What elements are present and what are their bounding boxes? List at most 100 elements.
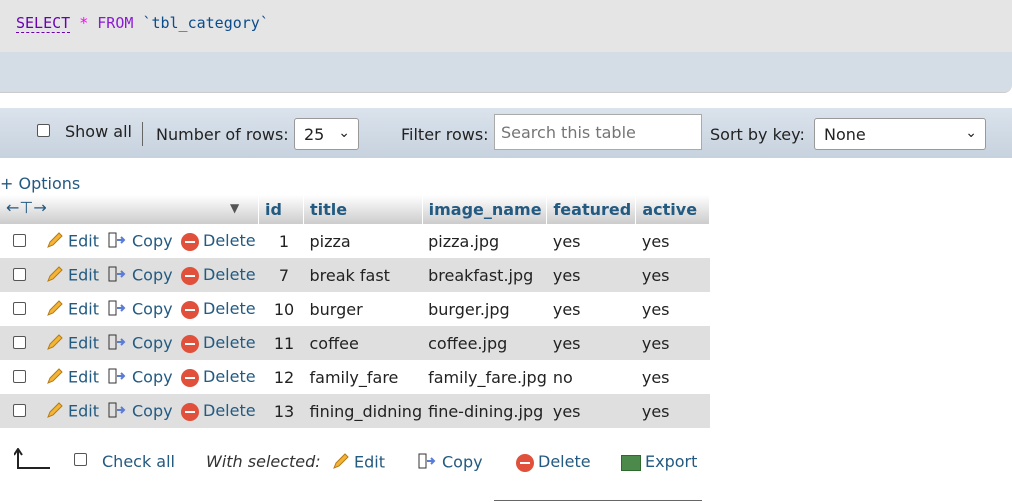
cell-image-name[interactable]: fine-dining.jpg xyxy=(422,394,547,428)
bulk-copy-button[interactable]: Copy xyxy=(418,452,483,474)
export-icon xyxy=(621,454,641,471)
cell-featured[interactable]: yes xyxy=(546,394,636,428)
cell-id[interactable]: 11 xyxy=(258,326,304,360)
column-header-id[interactable]: id xyxy=(258,195,304,224)
row-delete-button[interactable]: Delete xyxy=(181,333,256,353)
row-checkbox[interactable] xyxy=(13,234,26,247)
row-checkbox[interactable] xyxy=(13,370,26,383)
column-header-active[interactable]: active xyxy=(635,195,711,224)
cell-title[interactable]: fining_didning xyxy=(303,394,423,428)
copy-icon xyxy=(108,299,128,321)
row-delete-button[interactable]: Delete xyxy=(181,231,256,251)
delete-icon xyxy=(181,334,199,353)
sort-dropdown-icon[interactable]: ▼ xyxy=(230,201,239,215)
cell-image-name[interactable]: burger.jpg xyxy=(422,292,547,326)
cell-active[interactable]: yes xyxy=(635,326,710,360)
row-edit-button[interactable]: Edit xyxy=(46,265,99,287)
chevron-down-icon: ⌄ xyxy=(965,125,977,141)
row-delete-button[interactable]: Delete xyxy=(181,299,256,319)
row-actions-cell: Edit Copy Delete xyxy=(0,224,259,258)
delete-icon xyxy=(516,453,534,472)
table-row: Edit Copy Delete 7 break fast breakfast.jpg ye… xyxy=(0,258,710,292)
cell-featured[interactable]: no xyxy=(547,360,636,394)
options-link[interactable]: + Options xyxy=(0,174,80,193)
delete-icon xyxy=(181,232,199,251)
chevron-down-icon: ⌄ xyxy=(338,125,350,141)
pencil-icon xyxy=(332,452,350,474)
row-edit-button[interactable]: Edit xyxy=(46,367,99,389)
column-header-image-name[interactable]: image_name xyxy=(422,195,548,224)
cell-featured[interactable]: yes xyxy=(547,224,636,258)
cell-image-name[interactable]: breakfast.jpg xyxy=(422,258,547,292)
row-copy-label: Copy xyxy=(132,265,173,285)
rows-per-page-value: 25 xyxy=(304,125,325,144)
cell-active[interactable]: yes xyxy=(635,258,710,292)
bulk-delete-label: Delete xyxy=(538,452,591,471)
cell-id[interactable]: 7 xyxy=(258,258,304,292)
cell-active[interactable]: yes xyxy=(636,224,710,258)
row-copy-button[interactable]: Copy xyxy=(108,401,173,423)
rows-per-page-select[interactable]: 25 ⌄ xyxy=(294,118,359,150)
cell-title[interactable]: coffee xyxy=(303,326,423,360)
cell-active[interactable]: yes xyxy=(635,394,710,428)
copy-icon xyxy=(418,452,438,474)
row-checkbox[interactable] xyxy=(13,268,26,281)
filter-rows-label: Filter rows: xyxy=(401,125,489,144)
bulk-export-button[interactable]: Export xyxy=(621,452,697,471)
show-all-checkbox[interactable] xyxy=(37,124,50,137)
row-edit-button[interactable]: Edit xyxy=(46,299,99,321)
row-edit-label: Edit xyxy=(68,401,99,421)
cell-image-name[interactable]: pizza.jpg xyxy=(422,224,547,258)
cell-id[interactable]: 13 xyxy=(258,394,304,428)
row-checkbox[interactable] xyxy=(13,336,26,349)
sql-query-text: SELECT * FROM `tbl_category` xyxy=(16,14,269,33)
row-copy-label: Copy xyxy=(132,231,173,251)
cell-id[interactable]: 1 xyxy=(259,224,304,258)
bulk-delete-button[interactable]: Delete xyxy=(516,452,591,472)
column-header-featured[interactable]: featured xyxy=(546,195,637,224)
row-copy-button[interactable]: Copy xyxy=(108,265,173,287)
sql-select-keyword[interactable]: SELECT xyxy=(16,14,71,33)
row-copy-button[interactable]: Copy xyxy=(108,231,173,253)
delete-icon xyxy=(181,300,199,319)
cell-id[interactable]: 12 xyxy=(259,360,304,394)
cell-active[interactable]: yes xyxy=(636,292,710,326)
delete-icon xyxy=(181,402,199,421)
cell-title[interactable]: burger xyxy=(304,292,423,326)
cell-title[interactable]: pizza xyxy=(304,224,423,258)
row-edit-label: Edit xyxy=(68,367,99,387)
bulk-edit-button[interactable]: Edit xyxy=(332,452,385,474)
column-header-title[interactable]: title xyxy=(303,195,423,224)
row-edit-button[interactable]: Edit xyxy=(46,333,99,355)
row-edit-button[interactable]: Edit xyxy=(46,231,99,253)
cell-featured[interactable]: yes xyxy=(547,292,636,326)
cell-title[interactable]: break fast xyxy=(303,258,423,292)
column-arrows-header: ←⊤→ ▼ xyxy=(0,195,259,224)
column-resize-icon[interactable]: ←⊤→ xyxy=(6,198,47,217)
sql-star: * xyxy=(79,14,89,32)
row-delete-button[interactable]: Delete xyxy=(181,265,256,285)
row-delete-button[interactable]: Delete xyxy=(181,401,256,421)
cell-title[interactable]: family_fare xyxy=(304,360,423,394)
cell-featured[interactable]: yes xyxy=(546,258,636,292)
cell-image-name[interactable]: family_fare.jpg xyxy=(422,360,547,394)
row-actions-cell: Edit Copy Delete xyxy=(0,394,259,428)
sort-by-key-select[interactable]: None ⌄ xyxy=(814,118,986,150)
cell-id[interactable]: 10 xyxy=(259,292,304,326)
check-all-checkbox[interactable] xyxy=(74,453,87,466)
row-edit-button[interactable]: Edit xyxy=(46,401,99,423)
cell-active[interactable]: yes xyxy=(636,360,710,394)
copy-icon xyxy=(108,265,128,287)
row-delete-button[interactable]: Delete xyxy=(181,367,256,387)
cell-featured[interactable]: yes xyxy=(546,326,636,360)
row-checkbox[interactable] xyxy=(13,404,26,417)
row-copy-button[interactable]: Copy xyxy=(108,367,173,389)
row-copy-button[interactable]: Copy xyxy=(108,333,173,355)
row-checkbox[interactable] xyxy=(13,302,26,315)
filter-search-input[interactable] xyxy=(494,114,702,150)
row-copy-button[interactable]: Copy xyxy=(108,299,173,321)
copy-icon xyxy=(108,367,128,389)
check-all-label[interactable]: Check all xyxy=(102,452,175,471)
copy-icon xyxy=(108,231,128,253)
cell-image-name[interactable]: coffee.jpg xyxy=(422,326,547,360)
